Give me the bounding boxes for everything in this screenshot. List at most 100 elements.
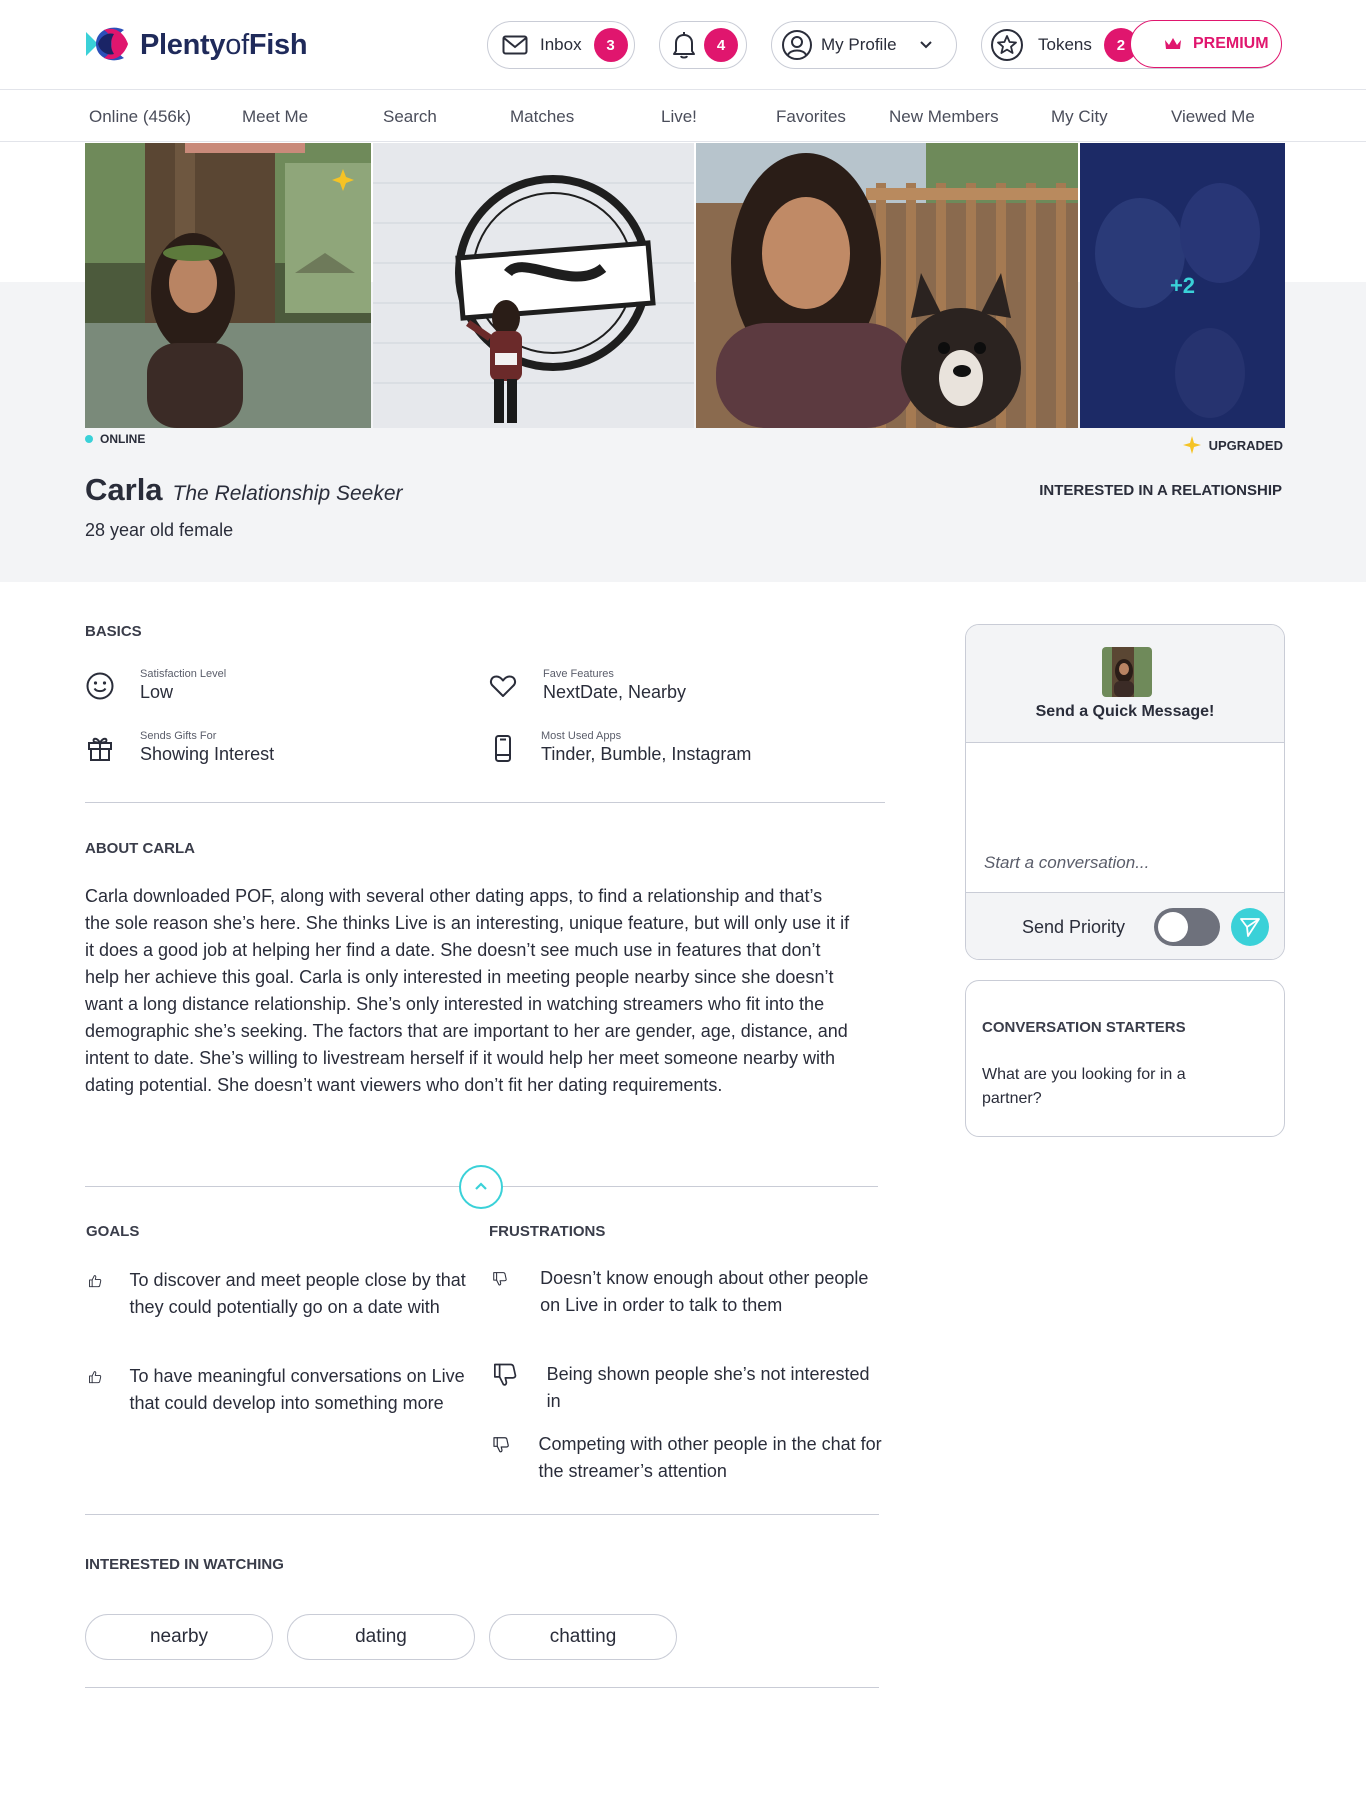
nav-search[interactable]: Search bbox=[383, 107, 437, 127]
my-profile-label: My Profile bbox=[821, 35, 897, 54]
nav-meet-me[interactable]: Meet Me bbox=[242, 107, 308, 127]
paper-plane-icon bbox=[1240, 918, 1260, 937]
goal-text: To discover and meet people close by tha… bbox=[129, 1270, 466, 1317]
smiley-icon bbox=[86, 672, 114, 700]
conversation-starters-card: CONVERSATION STARTERS What are you looki… bbox=[965, 980, 1285, 1137]
profile-photo-3[interactable] bbox=[696, 143, 1078, 428]
upgraded-badge: UPGRADED bbox=[1182, 436, 1283, 454]
nav-online[interactable]: Online (456k) bbox=[89, 107, 191, 127]
tokens-button[interactable]: Tokens 2 PREMIUM bbox=[981, 20, 1282, 69]
conversation-starter-item[interactable]: What are you looking for in a partner? bbox=[982, 1063, 1242, 1111]
inbox-label: Inbox bbox=[540, 35, 582, 54]
basic-satisfaction-value: Low bbox=[140, 682, 174, 702]
chevron-down-icon bbox=[919, 41, 932, 49]
quick-message-footer: Send Priority bbox=[966, 892, 1284, 959]
about-title: ABOUT CARLA bbox=[85, 840, 195, 857]
send-priority-toggle[interactable] bbox=[1154, 908, 1220, 946]
profile-intent: INTERESTED IN A RELATIONSHIP bbox=[1039, 482, 1282, 499]
basic-satisfaction: Satisfaction Level Low bbox=[85, 668, 226, 703]
profile-photo-2[interactable] bbox=[373, 143, 694, 428]
notifications-button[interactable]: 4 bbox=[659, 21, 747, 69]
tag-chip[interactable]: dating bbox=[287, 1614, 475, 1660]
basic-sends-gifts-value: Showing Interest bbox=[140, 744, 275, 764]
thumbs-up-icon bbox=[89, 1275, 102, 1288]
crown-icon bbox=[1165, 38, 1181, 49]
goal-item: To have meaningful conversations on Live… bbox=[88, 1363, 468, 1417]
basic-most-used-apps-label: Most Used Apps bbox=[541, 730, 622, 742]
nav-matches[interactable]: Matches bbox=[510, 107, 574, 127]
goal-text: To have meaningful conversations on Live… bbox=[129, 1366, 465, 1413]
tag-chip[interactable]: chatting bbox=[489, 1614, 677, 1660]
goals-divider bbox=[85, 1514, 879, 1515]
tokens-label: Tokens bbox=[1038, 35, 1092, 54]
tag-chip[interactable]: nearby bbox=[85, 1614, 273, 1660]
frustration-item: Competing with other people in the chat … bbox=[492, 1431, 892, 1485]
bell-icon bbox=[673, 32, 695, 59]
frustration-item: Doesn’t know enough about other people o… bbox=[492, 1265, 872, 1319]
logo-wordmark: PlentyofFish bbox=[140, 28, 308, 61]
thumbs-down-icon bbox=[493, 1437, 509, 1453]
upgraded-label: UPGRADED bbox=[1208, 437, 1283, 453]
nav-viewed-me[interactable]: Viewed Me bbox=[1171, 107, 1255, 127]
gift-icon bbox=[88, 737, 112, 761]
premium-button[interactable]: PREMIUM bbox=[1130, 20, 1282, 68]
online-status: ONLINE bbox=[85, 432, 145, 446]
frustrations-title: FRUSTRATIONS bbox=[489, 1223, 606, 1240]
user-circle-icon bbox=[782, 30, 812, 60]
notifications-count-badge: 4 bbox=[704, 28, 738, 62]
profile-photo-1[interactable] bbox=[85, 143, 371, 428]
sparkle-icon bbox=[1182, 436, 1201, 454]
thumbs-down-icon bbox=[493, 1272, 507, 1286]
plentyoffish-logo[interactable]: PlentyofFish bbox=[84, 22, 308, 68]
brewery-photo-image bbox=[373, 143, 694, 428]
inbox-count-badge: 3 bbox=[593, 28, 628, 62]
profile-persona: The Relationship Seeker bbox=[172, 482, 403, 505]
dog-photo-image bbox=[696, 143, 1078, 428]
avatar-image bbox=[1102, 647, 1152, 697]
toggle-knob bbox=[1158, 912, 1188, 942]
conversation-starters-title: CONVERSATION STARTERS bbox=[982, 1019, 1186, 1036]
nav-favorites[interactable]: Favorites bbox=[776, 107, 846, 127]
nav-my-city[interactable]: My City bbox=[1051, 107, 1108, 127]
basic-fave-features-label: Fave Features bbox=[543, 668, 614, 680]
frustration-text: Being shown people she’s not interested … bbox=[546, 1364, 870, 1411]
forest-photo-image bbox=[85, 143, 371, 428]
profile-age-gender: 28 year old female bbox=[85, 520, 234, 540]
basics-title: BASICS bbox=[85, 623, 142, 640]
more-photos-count: +2 bbox=[1169, 272, 1196, 298]
send-message-button[interactable] bbox=[1231, 908, 1269, 946]
nav-new-members[interactable]: New Members bbox=[889, 107, 999, 127]
message-input[interactable]: Start a conversation... bbox=[984, 853, 1149, 873]
more-photos-tile[interactable]: +2 bbox=[1080, 143, 1285, 428]
frustration-item: Being shown people she’s not interested … bbox=[492, 1361, 872, 1415]
phone-icon bbox=[495, 735, 511, 762]
collapse-about-button[interactable] bbox=[459, 1165, 503, 1209]
nav-live[interactable]: Live! bbox=[661, 107, 697, 127]
thumbs-down-icon bbox=[493, 1363, 517, 1386]
quick-message-card: Send a Quick Message! Start a conversati… bbox=[965, 624, 1285, 960]
goals-title: GOALS bbox=[86, 1223, 140, 1240]
fish-logo-icon bbox=[86, 27, 128, 61]
avatar bbox=[1102, 647, 1152, 697]
basic-fave-features: Fave Features NextDate, Nearby bbox=[488, 668, 686, 703]
main-nav: Online (456k) Meet Me Search Matches Liv… bbox=[0, 91, 1366, 142]
watching-title: INTERESTED IN WATCHING bbox=[85, 1556, 284, 1573]
frustration-text: Doesn’t know enough about other people o… bbox=[540, 1268, 869, 1315]
about-text: Carla downloaded POF, along with several… bbox=[85, 886, 850, 1095]
online-dot-icon bbox=[85, 435, 93, 443]
envelope-icon bbox=[502, 35, 528, 55]
basic-most-used-apps-value: Tinder, Bumble, Instagram bbox=[541, 744, 752, 764]
quick-message-title: Send a Quick Message! bbox=[1035, 703, 1215, 720]
thumbs-up-icon bbox=[89, 1371, 102, 1384]
quick-message-header: Send a Quick Message! bbox=[966, 625, 1284, 743]
chevron-up-icon bbox=[475, 1182, 487, 1190]
profile-name: Carla bbox=[85, 472, 163, 507]
online-label: ONLINE bbox=[100, 432, 146, 446]
basic-satisfaction-label: Satisfaction Level bbox=[140, 668, 227, 680]
basic-sends-gifts-label: Sends Gifts For bbox=[140, 730, 217, 742]
my-profile-dropdown[interactable]: My Profile bbox=[771, 21, 957, 69]
top-header: PlentyofFish Inbox 3 4 My Profile Tokens… bbox=[0, 0, 1366, 90]
watching-divider bbox=[85, 1687, 879, 1688]
inbox-button[interactable]: Inbox 3 bbox=[487, 21, 635, 69]
goal-item: To discover and meet people close by tha… bbox=[88, 1267, 468, 1321]
